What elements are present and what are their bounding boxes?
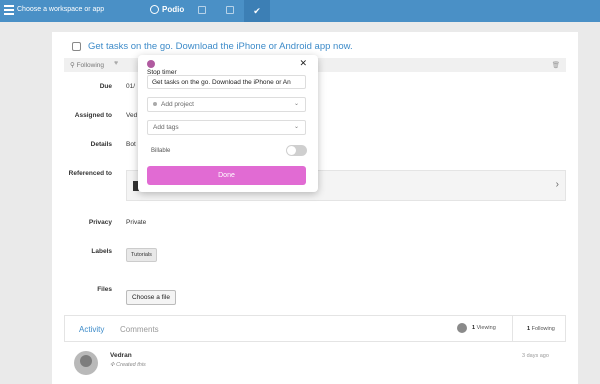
following-indicator[interactable]: 1 Following	[527, 326, 555, 332]
assigned-value[interactable]: Ved	[126, 112, 137, 119]
hamburger-menu-icon[interactable]	[4, 5, 14, 15]
top-bar: Choose a workspace or app Podio ✔	[0, 0, 600, 22]
close-icon[interactable]: ✕	[299, 58, 307, 69]
due-value[interactable]: 01/	[126, 83, 135, 90]
privacy-label: Privacy	[88, 219, 112, 226]
following-count: 1	[527, 326, 531, 332]
tasks-check-icon[interactable]: ✔	[244, 0, 270, 22]
billable-label: Billable	[151, 148, 171, 154]
timer-description-input[interactable]: Get tasks on the go. Download the iPhone…	[147, 75, 306, 89]
tab-comments[interactable]: Comments	[120, 325, 159, 334]
files-label: Files	[97, 286, 112, 293]
stop-timer-popup: ✕ Stop timer Get tasks on the go. Downlo…	[138, 55, 318, 192]
viewing-count: 1	[472, 325, 476, 331]
chevron-right-icon: ›	[555, 179, 559, 190]
activity-timestamp: 3 days ago	[522, 353, 549, 359]
viewer-avatar	[457, 323, 467, 333]
podio-logo-icon	[150, 5, 159, 14]
following-indicator-label: Following	[531, 326, 555, 332]
activity-created: ✣ Created this	[110, 362, 146, 368]
activity-created-text: Created this	[116, 362, 146, 368]
divider	[512, 316, 513, 341]
tags-placeholder: Add tags	[153, 124, 179, 131]
task-title[interactable]: Get tasks on the go. Download the iPhone…	[88, 41, 353, 52]
tab-activity[interactable]: Activity	[79, 325, 104, 334]
workspace-selector[interactable]: Choose a workspace or app	[17, 6, 104, 13]
logo-text: Podio	[162, 5, 185, 14]
project-select[interactable]: Add project ⌄	[147, 97, 306, 112]
timer-app-icon	[147, 60, 155, 68]
label-tag[interactable]: Tutorials	[126, 248, 157, 262]
project-dot-icon	[153, 102, 157, 107]
done-button[interactable]: Done	[147, 166, 306, 185]
trash-icon[interactable]: 🗑	[552, 61, 560, 69]
due-label: Due	[99, 83, 112, 90]
activity-author[interactable]: Vedran	[110, 352, 132, 359]
following-label: Following	[76, 62, 105, 69]
people-icon[interactable]	[198, 6, 206, 14]
task-header: Get tasks on the go. Download the iPhone…	[72, 41, 353, 52]
avatar[interactable]	[74, 351, 98, 375]
assigned-label: Assigned to	[74, 112, 112, 119]
details-label: Details	[90, 141, 112, 148]
referenced-label: Referenced to	[68, 170, 112, 177]
like-heart-icon[interactable]: ♥	[114, 60, 118, 67]
activity-bar: Activity Comments 1 Viewing 1 Following	[64, 315, 566, 342]
labels-label: Labels	[91, 248, 112, 255]
viewing-indicator[interactable]: 1 Viewing	[457, 323, 496, 333]
following-button[interactable]: ⚲ Following	[70, 61, 104, 69]
project-placeholder: Add project	[161, 101, 194, 108]
chevron-down-icon: ⌄	[293, 101, 299, 107]
tags-select[interactable]: Add tags ⌄	[147, 120, 306, 135]
calendar-icon[interactable]	[226, 6, 234, 14]
task-complete-checkbox[interactable]	[72, 42, 81, 51]
privacy-value[interactable]: Private	[126, 219, 146, 226]
podio-logo[interactable]: Podio	[150, 5, 184, 14]
choose-file-button[interactable]: Choose a file	[126, 290, 176, 305]
details-value[interactable]: Bot	[126, 141, 136, 148]
billable-toggle[interactable]	[286, 145, 307, 156]
viewing-label: Viewing	[476, 325, 496, 331]
chevron-down-icon: ⌄	[293, 124, 299, 130]
